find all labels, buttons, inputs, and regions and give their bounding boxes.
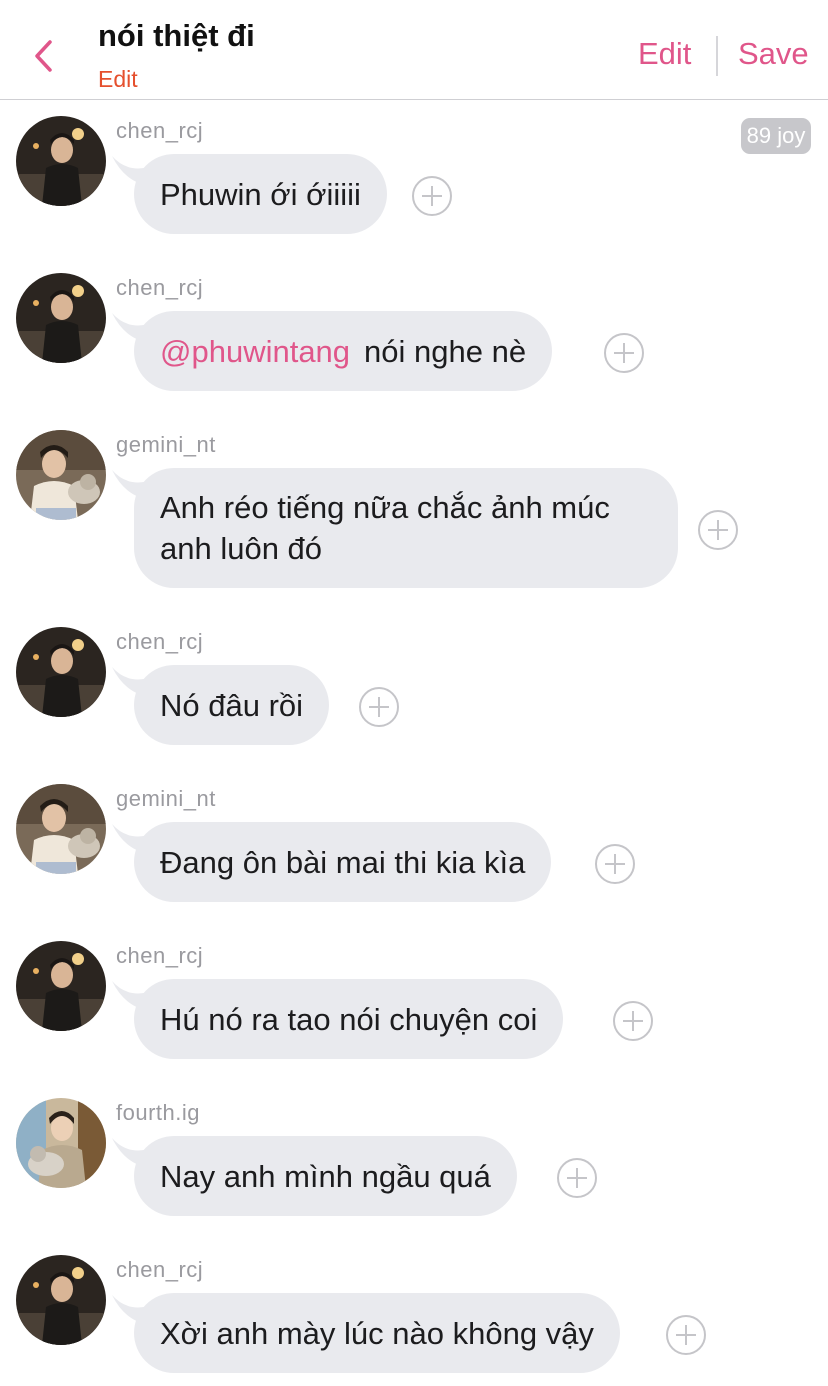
avatar-chen-rcj[interactable] [16,941,106,1031]
avatar-chen-rcj[interactable] [16,627,106,717]
add-reaction-icon[interactable] [666,1315,706,1355]
message-bubble[interactable]: @phuwintang nói nghe nè [134,311,553,391]
joy-badge: 89 joy [741,118,811,154]
chat-subtitle[interactable]: Edit [98,66,138,93]
edit-button[interactable]: Edit [638,36,691,72]
add-reaction-icon[interactable] [412,176,452,216]
header-divider [716,36,718,76]
avatar-chen-rcj[interactable] [16,116,106,206]
avatar-chen-rcj[interactable] [16,273,106,363]
message-bubble[interactable]: Nó đâu rồi [134,665,330,745]
message-username: chen_rcj [116,629,204,654]
back-chevron-icon[interactable] [26,32,66,80]
message-text: Phuwin ới ớiiiii [160,177,361,212]
add-reaction-icon[interactable] [359,687,399,727]
message-bubble[interactable]: Đang ôn bài mai thi kia kìa [134,822,552,902]
message-bubble[interactable]: Phuwin ới ớiiiii [134,154,387,234]
message-username: gemini_nt [116,786,216,811]
message-bubble[interactable]: Xời anh mày lúc nào không vậy [134,1293,620,1373]
message-text: Nay anh mình ngầu quá [160,1159,491,1194]
message-text: Anh réo tiếng nữa chắc ảnh múc anh luôn … [160,490,610,566]
message-bubble[interactable]: Anh réo tiếng nữa chắc ảnh múc anh luôn … [134,468,678,588]
message-username: chen_rcj [116,943,204,968]
message-text: Hú nó ra tao nói chuyện coi [160,1002,538,1037]
avatar-fourth-ig[interactable] [16,1098,106,1188]
add-reaction-icon[interactable] [604,333,644,373]
message-username: gemini_nt [116,432,216,457]
save-button[interactable]: Save [738,36,809,72]
user-mention-link[interactable]: @phuwintang [160,334,350,369]
message-text: Đang ôn bài mai thi kia kìa [160,845,526,880]
add-reaction-icon[interactable] [595,844,635,884]
message-bubble[interactable]: Nay anh mình ngầu quá [134,1136,517,1216]
message-username: chen_rcj [116,275,204,300]
message-text: Nó đâu rồi [160,688,304,723]
message-username: chen_rcj [116,1257,204,1282]
chat-title: nói thiệt đi [98,18,255,53]
message-text: Xời anh mày lúc nào không vậy [160,1316,594,1351]
avatar-gemini-nt[interactable] [16,430,106,520]
message-bubble[interactable]: Hú nó ra tao nói chuyện coi [134,979,564,1059]
message-username: fourth.ig [116,1100,200,1125]
message-username: chen_rcj [116,118,204,143]
avatar-chen-rcj[interactable] [16,1255,106,1345]
top-bar: nói thiệt đi Edit Edit Save [0,0,828,100]
add-reaction-icon[interactable] [698,510,738,550]
message-text: nói nghe nè [364,334,527,369]
avatar-gemini-nt[interactable] [16,784,106,874]
add-reaction-icon[interactable] [613,1001,653,1041]
add-reaction-icon[interactable] [557,1158,597,1198]
